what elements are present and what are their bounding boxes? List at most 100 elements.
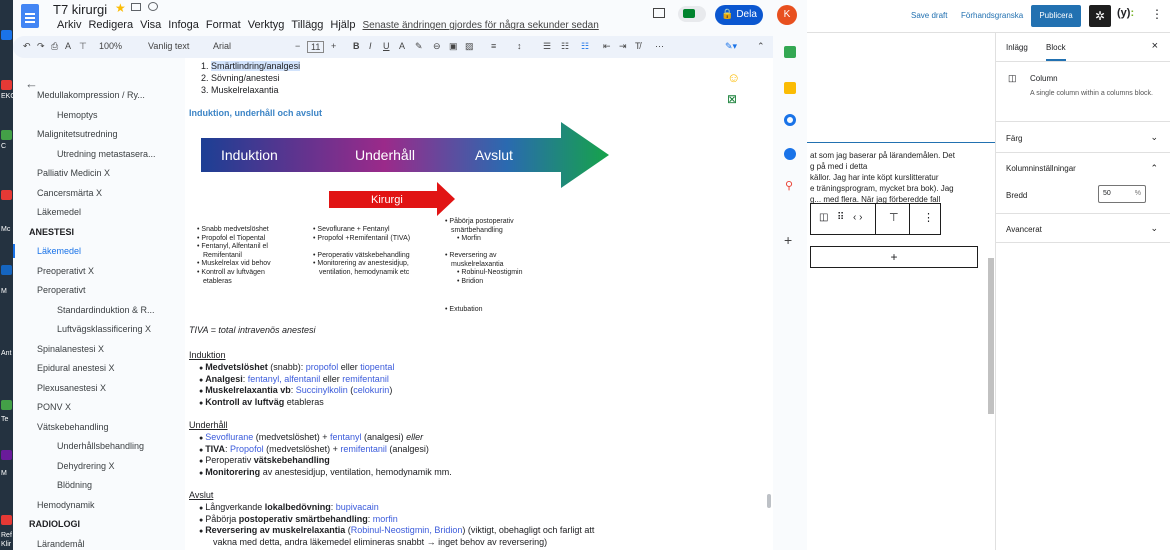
back-arrow-icon[interactable]: ← xyxy=(25,76,38,91)
paint-format-icon[interactable]: ⊤ xyxy=(79,41,87,52)
indent-decrease-icon[interactable]: ⇤ xyxy=(603,41,611,52)
desktop-app-icon[interactable] xyxy=(1,265,12,275)
menu-verktyg[interactable]: Verktyg xyxy=(248,19,285,31)
outline-item[interactable]: Läkemedel xyxy=(37,246,81,256)
save-draft-button[interactable]: Save draft xyxy=(911,11,947,20)
menu-format[interactable]: Format xyxy=(206,19,241,31)
bold-icon[interactable]: B xyxy=(353,41,360,51)
tab-block[interactable]: Block xyxy=(1046,43,1066,61)
drug-link[interactable]: fentanyl xyxy=(330,432,362,442)
outline-item[interactable]: Epidural anestesi X xyxy=(37,363,115,373)
outline-item[interactable]: Malignitetsutredning xyxy=(37,129,118,139)
desktop-app-icon[interactable] xyxy=(1,130,12,140)
align-icon[interactable]: ≡ xyxy=(491,41,496,51)
desktop-app-icon[interactable] xyxy=(1,30,12,40)
clear-format-icon[interactable]: T̸ xyxy=(635,41,641,51)
preview-button[interactable]: Förhandsgranska xyxy=(961,11,1023,20)
share-button[interactable]: 🔒 Dela xyxy=(715,5,763,25)
publish-button[interactable]: Publicera xyxy=(1031,5,1081,27)
star-icon[interactable]: ★ xyxy=(115,1,126,15)
panel-farg[interactable]: Färg xyxy=(1006,134,1022,143)
underline-icon[interactable]: U xyxy=(383,41,390,51)
comment-insert-icon[interactable]: ▣ xyxy=(449,41,458,52)
last-edit-link[interactable]: Senaste ändringen gjordes för några seku… xyxy=(363,20,599,31)
editor-text-line[interactable]: g på med i detta xyxy=(810,161,990,172)
meet-button[interactable] xyxy=(678,6,706,22)
add-block-button[interactable]: + xyxy=(810,246,978,268)
image-icon[interactable]: ▨ xyxy=(465,41,474,52)
editor-content[interactable]: at som jag baserar på lärandemålen. Det g… xyxy=(810,150,990,205)
column-block-icon[interactable]: ◫ xyxy=(819,212,828,223)
outline-item[interactable]: Peroperativt xyxy=(37,285,86,295)
outline-item[interactable]: Preoperativt X xyxy=(37,266,94,276)
drug-link[interactable]: propofol xyxy=(306,362,339,372)
outline-item[interactable]: Underhållsbehandling xyxy=(57,441,144,451)
desktop-app-icon[interactable] xyxy=(1,515,12,525)
drug-link[interactable]: Succinylkolin xyxy=(296,385,348,395)
outline-item[interactable]: Hemodynamik xyxy=(37,500,95,510)
emoji-reaction-icon[interactable]: ☺ xyxy=(727,70,740,85)
outline-item[interactable]: PONV X xyxy=(37,402,71,412)
checklist-icon[interactable]: ☰ xyxy=(543,41,551,52)
text-color-icon[interactable]: A xyxy=(399,41,405,51)
drug-link[interactable]: Sevoflurane xyxy=(205,432,253,442)
menu-arkiv[interactable]: Arkiv xyxy=(57,19,81,31)
outline-item[interactable]: Spinalanestesi X xyxy=(37,344,104,354)
font-size-decrease[interactable]: − xyxy=(295,41,300,51)
options-menu-icon[interactable]: ⋮ xyxy=(1151,7,1163,21)
editor-scrollbar[interactable] xyxy=(988,258,994,414)
menu-hjalp[interactable]: Hjälp xyxy=(330,19,355,31)
keep-icon[interactable] xyxy=(784,82,796,94)
add-addon-icon[interactable]: + xyxy=(784,232,792,248)
yoast-icon[interactable]: (y): xyxy=(1117,7,1134,19)
drug-link[interactable]: tiopental xyxy=(360,362,394,372)
chevron-up-icon[interactable]: ⌃ xyxy=(1150,163,1158,174)
settings-gear-icon[interactable]: ✲ xyxy=(1089,5,1111,27)
desktop-app-icon[interactable] xyxy=(1,190,12,200)
outline-item[interactable]: Medullakompression / Ry... xyxy=(37,90,145,100)
menu-infoga[interactable]: Infoga xyxy=(168,19,199,31)
bredd-input[interactable]: 50% xyxy=(1098,185,1146,203)
close-icon[interactable]: × xyxy=(1152,40,1158,52)
menu-redigera[interactable]: Redigera xyxy=(88,19,133,31)
docs-logo-icon[interactable] xyxy=(21,4,39,28)
editor-text-line[interactable]: at som jag baserar på lärandemålen. Det xyxy=(810,150,990,161)
desktop-app-icon[interactable] xyxy=(1,400,12,410)
tasks-icon[interactable] xyxy=(784,114,796,126)
suggest-edit-icon[interactable]: ⊠ xyxy=(727,92,737,106)
outline-item[interactable]: Läkemedel xyxy=(37,207,81,217)
drug-link[interactable]: remifentanil xyxy=(340,444,387,454)
undo-icon[interactable]: ↶ xyxy=(23,41,31,52)
font-size-increase[interactable]: + xyxy=(331,41,336,51)
page-scrollbar[interactable] xyxy=(767,494,771,508)
desktop-app-icon[interactable] xyxy=(1,80,12,90)
spellcheck-icon[interactable]: A xyxy=(65,41,71,51)
font-select[interactable]: Arial xyxy=(213,41,231,51)
move-arrows-icon[interactable]: ‹ › xyxy=(853,212,862,223)
outline-item[interactable]: Standardinduktion & R... xyxy=(57,305,155,315)
outline-item[interactable]: ANESTESI xyxy=(29,227,74,237)
outline-item[interactable]: Vätskebehandling xyxy=(37,422,109,432)
tab-inlagg[interactable]: Inlägg xyxy=(1006,43,1028,52)
style-select[interactable]: Vanlig text xyxy=(148,41,189,51)
outline-item[interactable]: Cancersmärta X xyxy=(37,188,102,198)
move-folder-icon[interactable] xyxy=(131,3,141,11)
doc-title[interactable]: T7 kirurgi xyxy=(53,2,107,17)
highlight-icon[interactable]: ✎ xyxy=(415,41,423,52)
drug-link[interactable]: bupivacain xyxy=(336,502,379,512)
drug-link[interactable]: celokurin xyxy=(353,385,389,395)
chevron-down-icon[interactable]: ⌄ xyxy=(1150,132,1158,143)
outline-item[interactable]: Luftvägsklassificering X xyxy=(57,324,151,334)
avatar[interactable]: K xyxy=(777,5,797,25)
editing-mode-icon[interactable]: ✎▾ xyxy=(725,41,737,52)
block-more-icon[interactable]: ⋮ xyxy=(923,211,934,224)
italic-icon[interactable]: I xyxy=(369,41,372,51)
desktop-app-icon[interactable] xyxy=(1,450,12,460)
drug-link[interactable]: Robinul-Neostigmin, Bridion xyxy=(351,525,463,535)
document-page[interactable]: 1. Smärtlindring/analgesi 2. Sövning/ane… xyxy=(185,58,773,550)
outline-item[interactable]: RADIOLOGI xyxy=(29,519,80,529)
panel-avancerat[interactable]: Avancerat xyxy=(1006,225,1042,234)
editor-text-line[interactable]: e träningsprogram, mycket bra bok). Jag xyxy=(810,183,990,194)
line-spacing-icon[interactable]: ↕ xyxy=(517,41,522,51)
zoom-select[interactable]: 100% xyxy=(99,41,122,51)
